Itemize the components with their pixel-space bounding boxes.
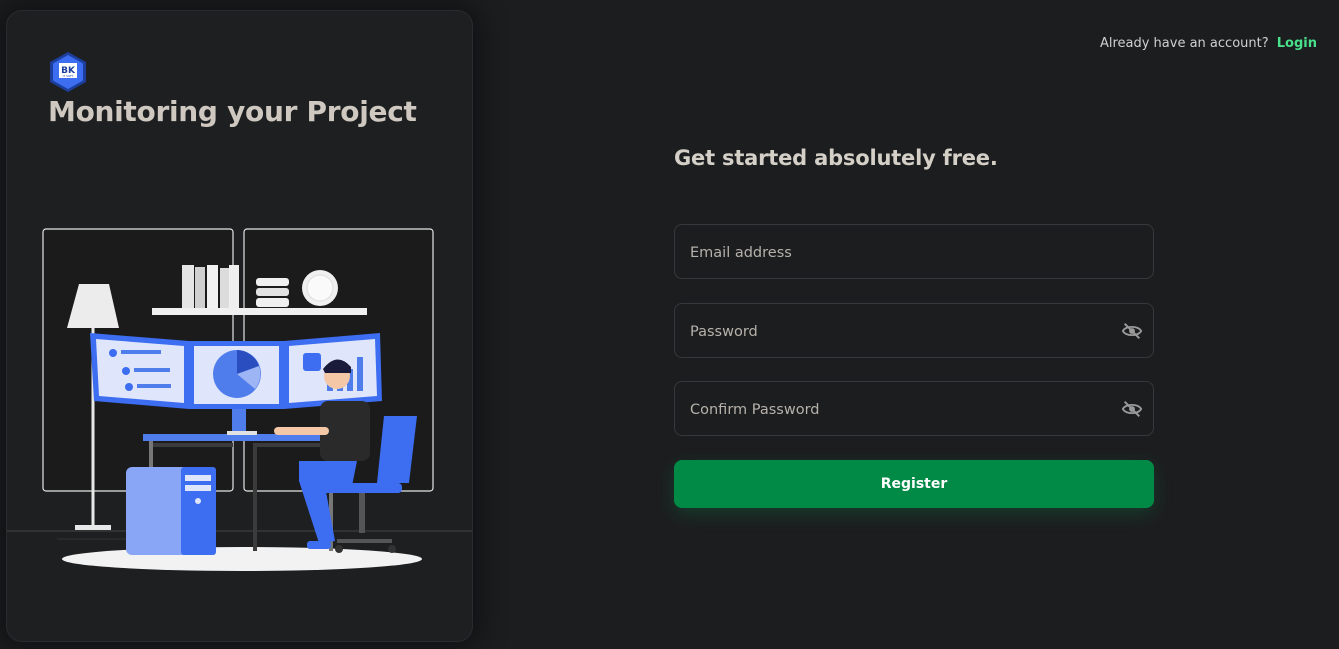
email-input[interactable] xyxy=(688,225,1112,280)
confirm-password-input[interactable] xyxy=(688,382,1112,437)
workspace-illustration xyxy=(7,228,472,571)
password-field[interactable] xyxy=(674,303,1154,359)
login-prompt-text: Already have an account? xyxy=(1099,36,1269,51)
login-prompt: Already have an account? Login xyxy=(1100,36,1317,51)
panel-title: Monitoring your Project xyxy=(48,95,417,128)
side-panel: BK IT SOFT Monitoring your Project xyxy=(6,10,473,642)
email-field[interactable] xyxy=(674,224,1154,280)
confirm-password-field[interactable] xyxy=(674,381,1154,437)
eye-off-icon[interactable] xyxy=(1121,320,1143,342)
password-input[interactable] xyxy=(688,304,1112,359)
login-link[interactable]: Login xyxy=(1277,36,1317,51)
register-form: Get started absolutely free. Register xyxy=(674,146,1154,508)
logo-subtext: IT SOFT xyxy=(62,74,73,78)
logo: BK IT SOFT xyxy=(50,52,86,92)
eye-off-icon[interactable] xyxy=(1121,398,1143,420)
form-title: Get started absolutely free. xyxy=(674,146,998,170)
register-button[interactable]: Register xyxy=(674,460,1154,508)
